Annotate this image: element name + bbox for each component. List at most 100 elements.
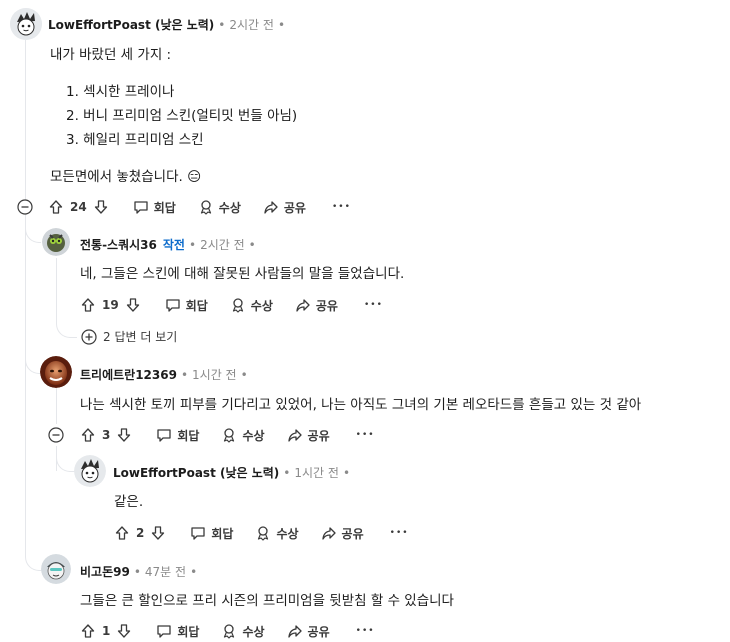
reply-button[interactable]: 회답 xyxy=(156,427,199,444)
list-item: 3. 헤일리 프리미엄 스킨 xyxy=(66,132,204,148)
comment-actions: 19 회답 수상 공유 ••• xyxy=(80,294,383,316)
username[interactable]: 트리에트란12369 xyxy=(80,366,177,383)
reply-button[interactable]: 회답 xyxy=(133,199,176,216)
username[interactable]: LowEffortPoast (낮은 노력) xyxy=(48,16,214,33)
vote-count: 24 xyxy=(70,200,87,214)
reply-label: 회답 xyxy=(185,298,208,313)
award-label: 수상 xyxy=(242,428,265,443)
comment-body: 네, 그들은 스킨에 대해 잘못된 사람들의 말을 들었습니다. xyxy=(80,266,405,282)
downvote-button[interactable] xyxy=(125,297,141,313)
share-button[interactable]: 공유 xyxy=(287,623,330,640)
award-button[interactable]: 수상 xyxy=(255,525,299,542)
comment-meta: LowEffortPoast (낮은 노력) • 1시간 전 • xyxy=(113,464,354,481)
downvote-icon xyxy=(94,200,107,214)
list-item: 1. 섹시한 프레이나 xyxy=(66,84,175,100)
reply-icon xyxy=(157,429,172,442)
separator-dot: • xyxy=(188,237,197,252)
downvote-button[interactable] xyxy=(150,525,166,541)
share-button[interactable]: 공유 xyxy=(321,525,364,542)
upvote-button[interactable] xyxy=(114,525,130,541)
downvote-button[interactable] xyxy=(116,427,132,443)
comment-body: 내가 바랐던 세 가지 : xyxy=(50,47,172,63)
comment-body: 같은. xyxy=(114,494,144,510)
user-flair: 작전 xyxy=(162,238,185,252)
share-label: 공유 xyxy=(283,200,306,215)
award-label: 수상 xyxy=(242,624,265,639)
comment-meta: 전통-스쿼시36 작전 • 2시간 전 • xyxy=(80,236,260,253)
timestamp[interactable]: 2시간 전 xyxy=(229,16,274,33)
downvote-icon xyxy=(152,526,165,540)
username[interactable]: 비고돈99 xyxy=(80,563,130,580)
more-options-button[interactable]: ••• xyxy=(364,300,383,310)
share-button[interactable]: 공유 xyxy=(287,427,330,444)
vote-count: 19 xyxy=(102,298,119,312)
share-button[interactable]: 공유 xyxy=(263,199,306,216)
collapse-icon[interactable] xyxy=(48,427,64,443)
more-options-label: ••• xyxy=(355,430,375,440)
award-button[interactable]: 수상 xyxy=(221,427,265,444)
award-icon xyxy=(224,624,235,639)
comment-body: 모든면에서 놓쳤습니다. 😑 xyxy=(50,169,202,185)
collapse-icon[interactable] xyxy=(17,199,33,215)
separator-dot: • xyxy=(180,367,189,382)
downvote-button[interactable] xyxy=(93,199,109,215)
more-options-label: ••• xyxy=(355,626,375,636)
separator-dot: • xyxy=(218,17,226,32)
upvote-button[interactable] xyxy=(48,199,64,215)
separator-dot: • xyxy=(283,465,291,480)
separator-dot: • xyxy=(190,564,198,579)
share-label: 공유 xyxy=(341,526,364,541)
avatar[interactable] xyxy=(74,455,106,487)
more-options-button[interactable]: ••• xyxy=(356,430,375,440)
upvote-button[interactable] xyxy=(80,427,96,443)
upvote-icon xyxy=(49,200,63,214)
award-button[interactable]: 수상 xyxy=(198,199,241,216)
upvote-button[interactable] xyxy=(80,297,96,313)
upvote-button[interactable] xyxy=(80,623,96,639)
award-label: 수상 xyxy=(276,526,299,541)
comment-actions: 1 회답 수상 공유 ••• xyxy=(80,620,375,642)
thread-line-root xyxy=(25,217,26,547)
avatar[interactable] xyxy=(10,8,42,40)
award-button[interactable]: 수상 xyxy=(221,623,265,640)
award-label: 수상 xyxy=(250,298,273,313)
comment-meta: 비고돈99 • 47분 전 • xyxy=(80,563,201,580)
timestamp[interactable]: 47분 전 xyxy=(145,563,186,580)
separator-dot: • xyxy=(248,237,256,252)
more-replies-label: 2 답변 더 보기 xyxy=(103,330,178,344)
award-button[interactable]: 수상 xyxy=(230,297,273,314)
upvote-icon xyxy=(81,428,95,442)
share-label: 공유 xyxy=(307,624,330,639)
upvote-icon xyxy=(81,298,95,312)
separator-dot: • xyxy=(133,564,141,579)
timestamp[interactable]: 1시간 전 xyxy=(294,464,339,481)
username[interactable]: LowEffortPoast (낮은 노력) xyxy=(113,464,279,481)
downvote-button[interactable] xyxy=(116,623,132,639)
avatar[interactable] xyxy=(42,228,70,256)
share-icon xyxy=(287,625,302,638)
vote-count: 2 xyxy=(136,526,145,540)
share-button[interactable]: 공유 xyxy=(295,297,338,314)
reply-button[interactable]: 회답 xyxy=(190,525,233,542)
timestamp[interactable]: 2시간 전 xyxy=(200,236,245,253)
comment-body: 나는 섹시한 토끼 피부를 기다리고 있었어, 나는 아직도 그녀의 기본 레오… xyxy=(80,397,642,413)
avatar[interactable] xyxy=(41,554,71,584)
vote-count: 3 xyxy=(102,428,111,442)
more-replies-link[interactable]: 2 답변 더 보기 xyxy=(81,328,177,345)
reply-icon xyxy=(191,527,206,540)
list-item: 2. 버니 프리미엄 스킨(얼티밋 번들 아님) xyxy=(66,108,298,124)
avatar[interactable] xyxy=(40,356,72,388)
more-options-button[interactable]: ••• xyxy=(332,202,351,212)
timestamp[interactable]: 1시간 전 xyxy=(192,366,237,383)
separator-dot: • xyxy=(342,465,351,480)
username[interactable]: 전통-스쿼시36 xyxy=(80,236,157,253)
reply-button[interactable]: 회답 xyxy=(156,623,199,640)
more-options-button[interactable]: ••• xyxy=(356,626,375,636)
share-icon xyxy=(296,299,310,312)
downvote-icon xyxy=(118,428,131,442)
award-icon xyxy=(258,526,269,541)
thread-curve xyxy=(25,547,42,571)
reply-label: 회답 xyxy=(177,624,200,639)
reply-button[interactable]: 회답 xyxy=(165,297,208,314)
more-options-button[interactable]: ••• xyxy=(390,528,409,538)
